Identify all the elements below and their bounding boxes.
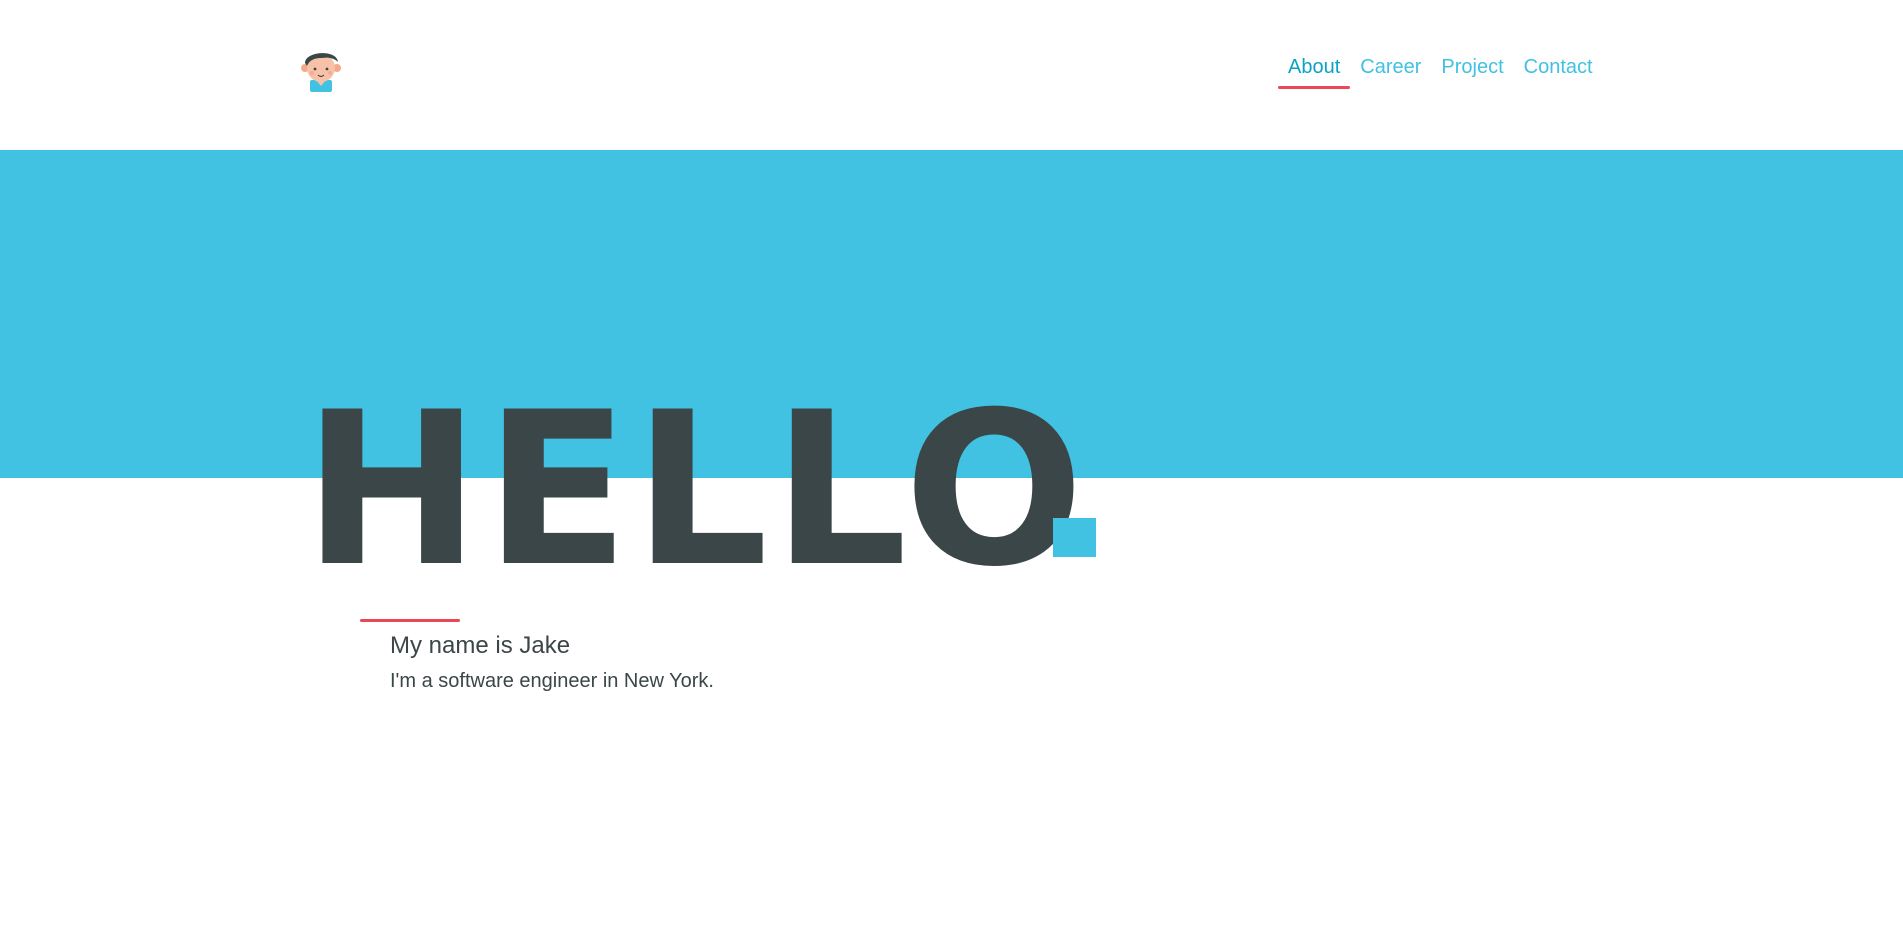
hero-headline: HELLO — [303, 366, 1089, 613]
avatar-icon[interactable] — [300, 46, 342, 92]
nav-contact[interactable]: Contact — [1514, 54, 1603, 86]
intro-name: My name is Jake — [390, 632, 571, 659]
nav-about-label: About — [1288, 56, 1341, 78]
nav-career-label: Career — [1360, 56, 1422, 78]
site-header: About Career Project Contact — [0, 0, 1903, 150]
nav-project[interactable]: Project — [1431, 54, 1513, 86]
nav-project-label: Project — [1441, 56, 1504, 78]
main-nav: About Career Project Contact — [1278, 54, 1603, 89]
hero-headline-dot — [1053, 518, 1096, 557]
intro-divider — [360, 619, 460, 622]
nav-contact-label: Contact — [1523, 56, 1593, 78]
nav-about[interactable]: About — [1278, 54, 1351, 89]
nav-career[interactable]: Career — [1350, 54, 1431, 86]
intro-description: I'm a software engineer in New York. — [390, 670, 714, 692]
